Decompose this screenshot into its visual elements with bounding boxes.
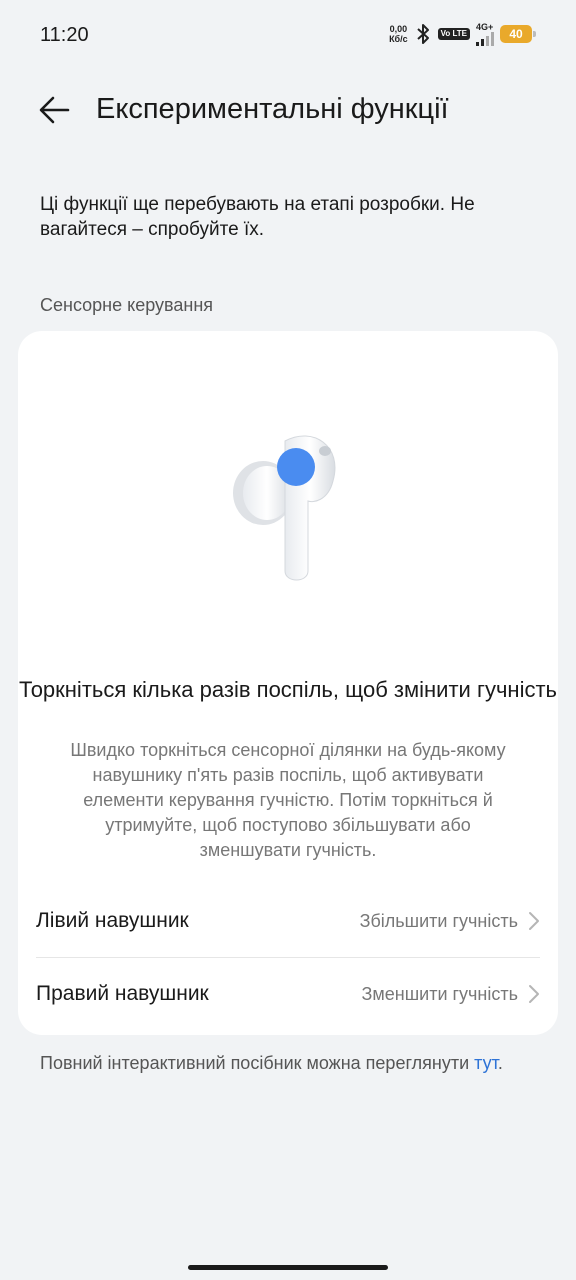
divider <box>36 957 540 958</box>
status-bar: 11:20 0,00 Кб/с Vo LTE 4G+ 40 <box>0 0 576 70</box>
touch-control-card: Торкніться кілька разів поспіль, щоб змі… <box>18 331 558 1035</box>
back-arrow-icon[interactable] <box>34 90 74 130</box>
card-title: Торкніться кілька разів поспіль, щоб змі… <box>18 677 558 702</box>
footer-body: Повний інтерактивний посібник можна пере… <box>40 1053 475 1073</box>
left-earbud-label: Лівий навушник <box>36 909 189 932</box>
bluetooth-icon <box>416 24 429 44</box>
network-speed-unit: Кб/с <box>389 34 408 44</box>
page-title: Експериментальні функції <box>96 93 449 125</box>
status-icons: 0,00 Кб/с Vo LTE 4G+ 40 <box>389 22 536 46</box>
network-speed: 0,00 Кб/с <box>389 24 408 44</box>
right-earbud-label: Правий навушник <box>36 982 209 1005</box>
touch-area-indicator <box>277 448 315 486</box>
battery-icon: 40 <box>500 25 536 43</box>
right-earbud-row[interactable]: Правий навушник Зменшити гучність <box>36 964 540 1024</box>
volte-badge: Vo LTE <box>437 28 470 40</box>
left-earbud-value: Збільшити гучність <box>359 910 518 931</box>
footer-text: Повний інтерактивний посібник можна пере… <box>40 1051 540 1076</box>
right-earbud-value: Зменшити гучність <box>361 983 519 1004</box>
footer-suffix: . <box>497 1053 503 1073</box>
guide-link[interactable]: тут <box>474 1053 498 1073</box>
home-indicator[interactable] <box>188 1265 388 1270</box>
chevron-right-icon <box>529 912 539 930</box>
signal-icon: 4G+ <box>476 22 494 46</box>
battery-level: 40 <box>509 27 523 41</box>
status-time: 11:20 <box>40 24 89 46</box>
network-speed-value: 0,00 <box>389 24 408 34</box>
earbud-illustration <box>233 435 336 581</box>
network-type: 4G+ <box>476 22 494 32</box>
chevron-right-icon <box>529 985 539 1003</box>
left-earbud-row[interactable]: Лівий навушник Збільшити гучність <box>36 891 540 951</box>
intro-text: Ці функції ще перебувають на етапі розро… <box>40 194 475 240</box>
card-description: Швидко торкніться сенсорної ділянки на б… <box>70 740 506 860</box>
section-label: Сенсорне керування <box>40 295 214 315</box>
